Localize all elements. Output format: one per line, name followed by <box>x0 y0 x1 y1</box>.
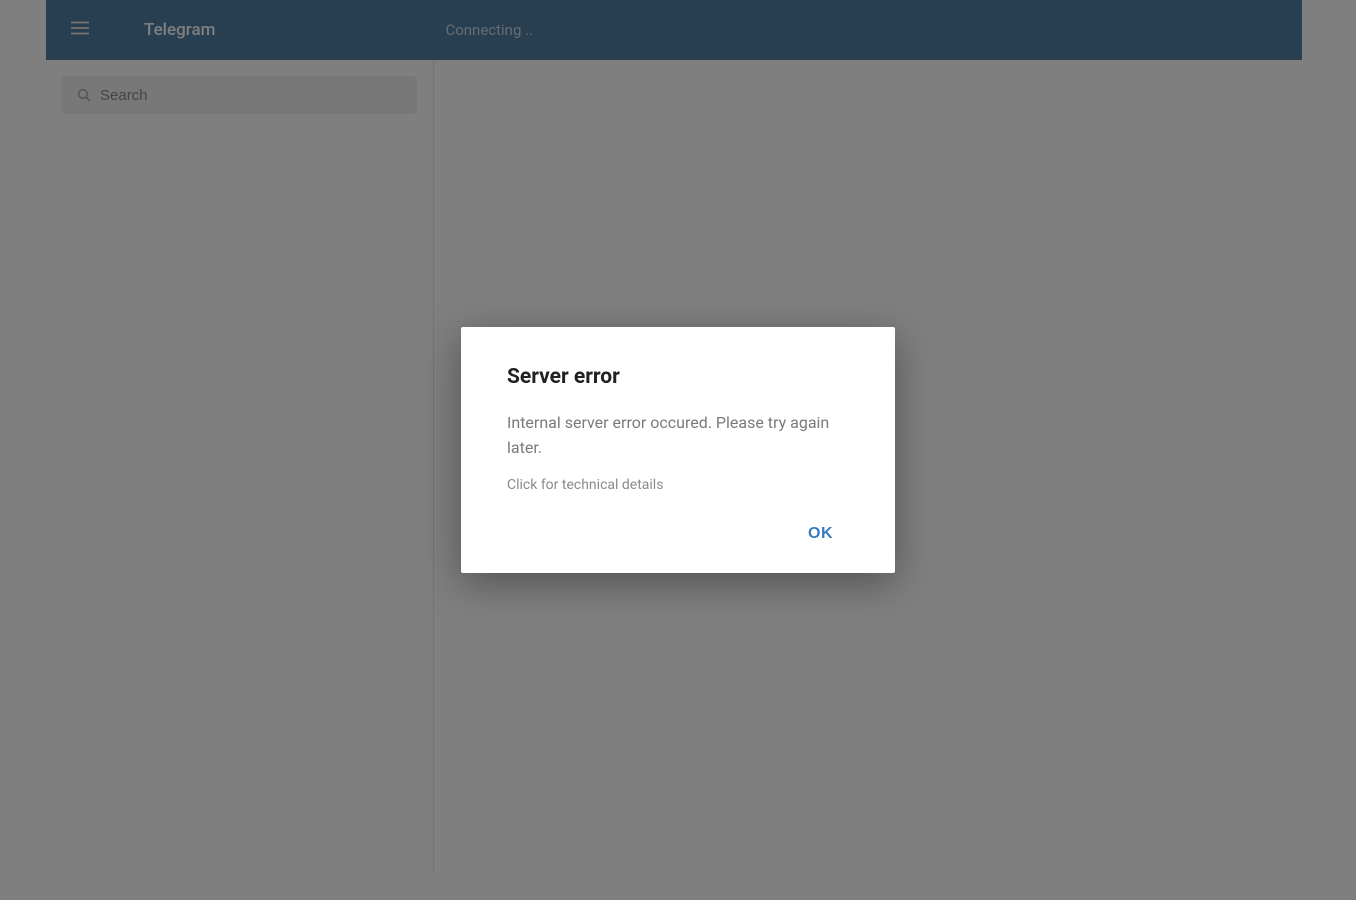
technical-details-link[interactable]: Click for technical details <box>507 477 663 493</box>
modal-overlay[interactable]: Server error Internal server error occur… <box>0 0 1356 900</box>
ok-button[interactable]: OK <box>792 515 849 553</box>
dialog-actions: OK <box>507 515 849 553</box>
dialog-title: Server error <box>507 365 849 389</box>
error-dialog: Server error Internal server error occur… <box>461 327 895 574</box>
dialog-message: Internal server error occured. Please tr… <box>507 411 849 461</box>
